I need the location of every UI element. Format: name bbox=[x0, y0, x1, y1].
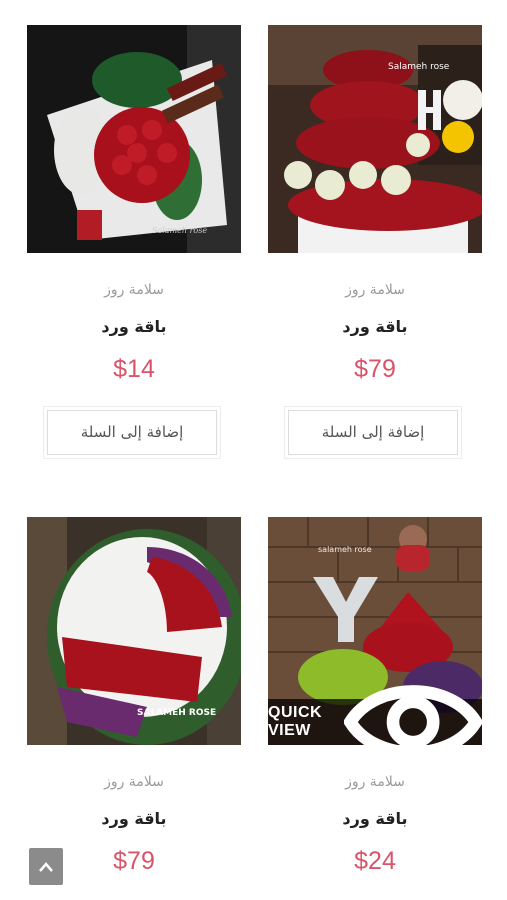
product-title[interactable]: باقة ورد bbox=[27, 809, 241, 828]
image-watermark: Salameh rose bbox=[388, 62, 450, 72]
product-brand[interactable]: سلامة روز bbox=[27, 774, 241, 790]
product-image-tiered-rose-arrangement[interactable]: Salameh rose bbox=[268, 25, 482, 253]
product-price: $14 bbox=[113, 355, 155, 383]
quick-view-label: QUICK VIEW bbox=[268, 704, 323, 739]
product-price: $24 bbox=[354, 847, 396, 875]
image-watermark: SALAMEH ROSE bbox=[137, 708, 216, 718]
product-title[interactable]: باقة ورد bbox=[27, 317, 241, 336]
quick-view-button[interactable]: QUICK VIEW bbox=[268, 685, 482, 745]
image-watermark: salameh rose bbox=[318, 545, 372, 554]
chevron-up-icon bbox=[39, 861, 53, 872]
product-image-flag-flower-stand[interactable]: SALAMEH ROSE bbox=[27, 517, 241, 745]
image-watermark: Salameh rose bbox=[152, 226, 207, 235]
product-price: $79 bbox=[354, 355, 396, 383]
product-image-rose-bouquet-chocolate[interactable]: Salameh rose bbox=[27, 25, 241, 253]
scroll-to-top-button[interactable] bbox=[29, 848, 63, 885]
product-image-letter-y-arrangement[interactable]: salameh rose QUICK VIEW bbox=[268, 517, 482, 745]
add-to-cart-button[interactable]: إضافة إلى السلة bbox=[44, 407, 220, 458]
product-brand[interactable]: سلامة روز bbox=[27, 282, 241, 298]
product-title[interactable]: باقة ورد bbox=[268, 809, 482, 828]
eye-icon bbox=[343, 685, 482, 745]
add-to-cart-button[interactable]: إضافة إلى السلة bbox=[285, 407, 461, 458]
product-brand[interactable]: سلامة روز bbox=[268, 282, 482, 298]
product-brand[interactable]: سلامة روز bbox=[268, 774, 482, 790]
product-title[interactable]: باقة ورد bbox=[268, 317, 482, 336]
